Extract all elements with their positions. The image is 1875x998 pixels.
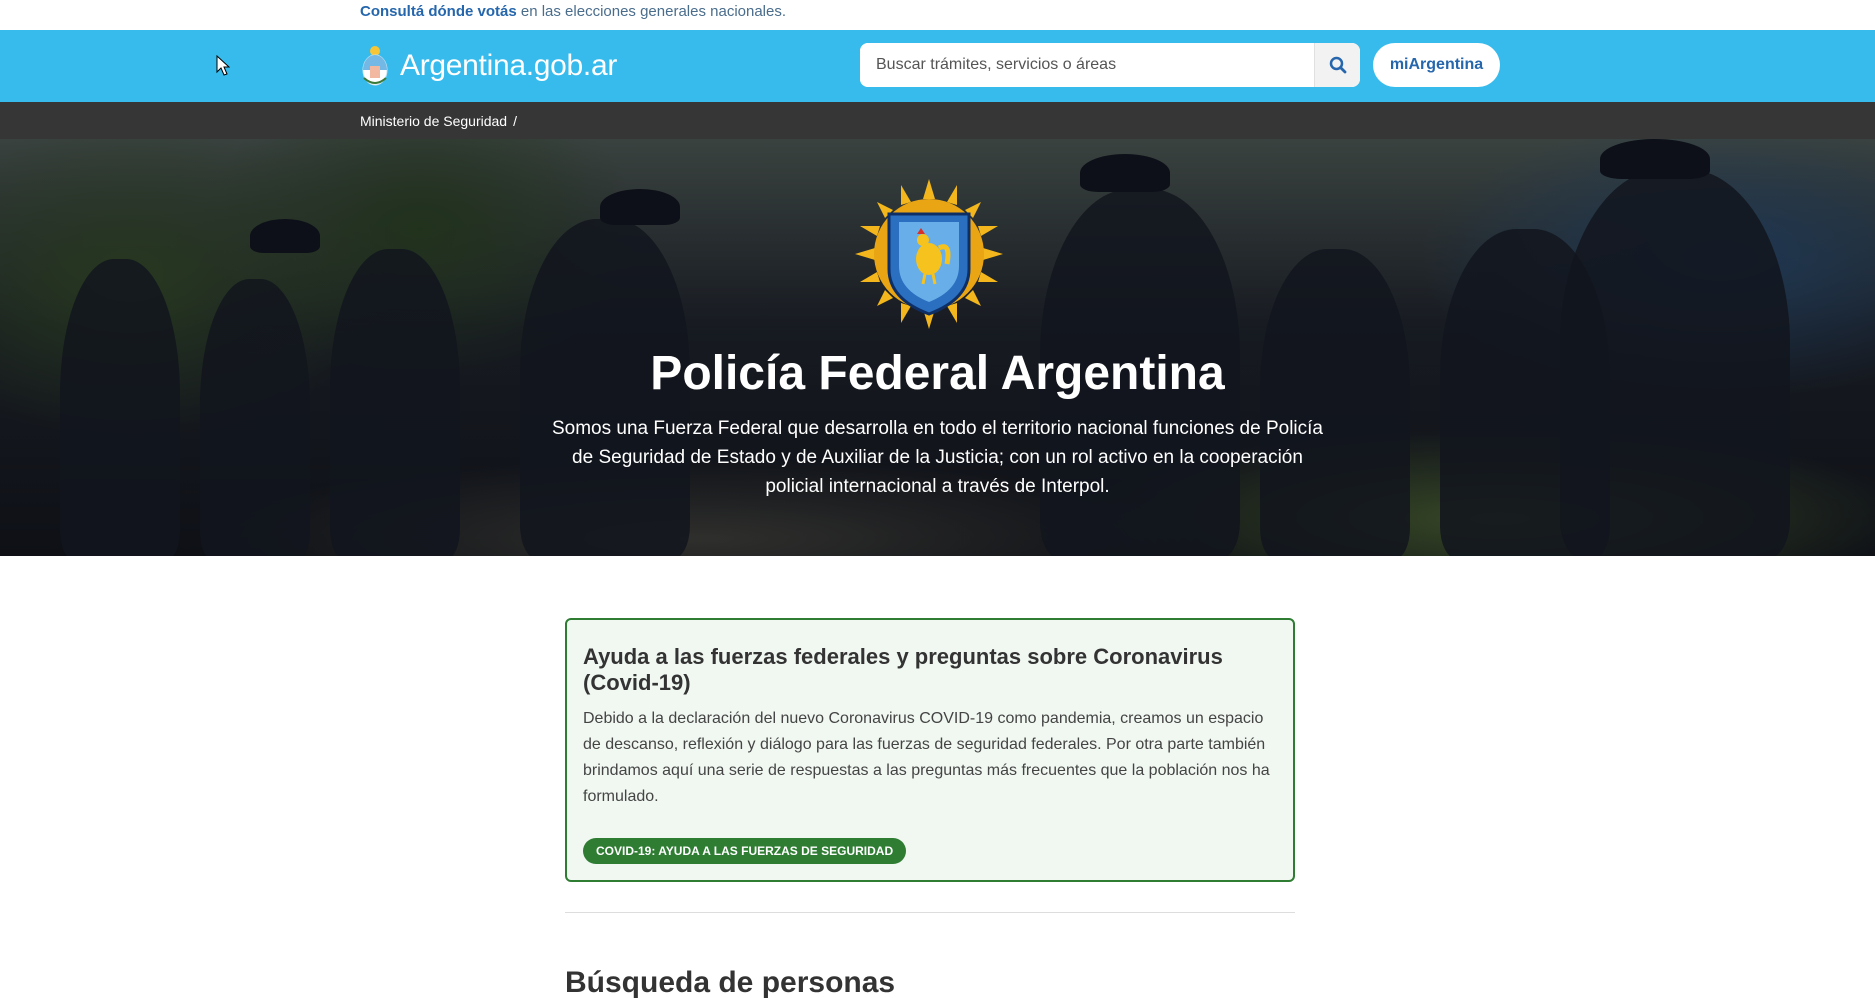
hero-photo-figure bbox=[330, 249, 460, 556]
hero-photo-cap bbox=[250, 219, 320, 253]
breadcrumb-separator: / bbox=[513, 113, 517, 129]
mouse-cursor-icon bbox=[216, 55, 230, 76]
hero-photo-cap bbox=[600, 189, 680, 225]
breadcrumb-trail: Ministerio de Seguridad / bbox=[360, 113, 517, 129]
hero-photo-cap bbox=[1600, 139, 1710, 179]
top-notice-text: en las elecciones generales nacionales. bbox=[516, 3, 787, 20]
mi-argentina-button[interactable]: miArgentina bbox=[1373, 43, 1500, 87]
policia-federal-emblem-icon bbox=[855, 179, 1003, 329]
covid-info-card: Ayuda a las fuerzas federales y pregunta… bbox=[565, 618, 1295, 882]
hero-title: Policía Federal Argentina bbox=[650, 347, 1225, 400]
hero-photo-cap bbox=[1080, 154, 1170, 192]
breadcrumb-item-ministerio[interactable]: Ministerio de Seguridad bbox=[360, 113, 507, 129]
covid-card-title: Ayuda a las fuerzas federales y pregunta… bbox=[583, 644, 1223, 695]
vote-location-link[interactable]: Consultá dónde votás bbox=[360, 3, 517, 20]
hero-photo-figure bbox=[1260, 249, 1410, 556]
hero-photo-figure bbox=[60, 259, 180, 556]
covid-help-button[interactable]: COVID-19: AYUDA A LAS FUERZAS DE SEGURID… bbox=[583, 838, 907, 864]
busqueda-de-personas-heading: Búsqueda de personas bbox=[565, 966, 896, 998]
search-icon bbox=[1329, 56, 1346, 74]
top-notice: Consultá dónde votás en las elecciones g… bbox=[360, 3, 786, 20]
hero-description: Somos una Fuerza Federal que desarrolla … bbox=[551, 418, 1323, 497]
search-box bbox=[860, 43, 1360, 87]
search-button[interactable] bbox=[1314, 43, 1360, 87]
hero-banner: Policía Federal Argentina Somos una Fuer… bbox=[0, 139, 1875, 556]
covid-card-body: Debido a la declaración del nuevo Corona… bbox=[583, 710, 1270, 805]
search-input[interactable] bbox=[860, 43, 1314, 87]
brand-name: Argentina.gob.ar bbox=[400, 49, 618, 82]
hero-photo-figure bbox=[200, 279, 310, 556]
national-coat-of-arms-icon bbox=[362, 46, 388, 86]
site-header: Argentina.gob.ar miArgentina bbox=[0, 30, 1875, 102]
brand-link[interactable]: Argentina.gob.ar bbox=[360, 43, 617, 89]
top-notice-bar: Consultá dónde votás en las elecciones g… bbox=[0, 0, 1875, 30]
breadcrumb: Ministerio de Seguridad / bbox=[0, 102, 1875, 139]
section-divider bbox=[565, 912, 1295, 913]
